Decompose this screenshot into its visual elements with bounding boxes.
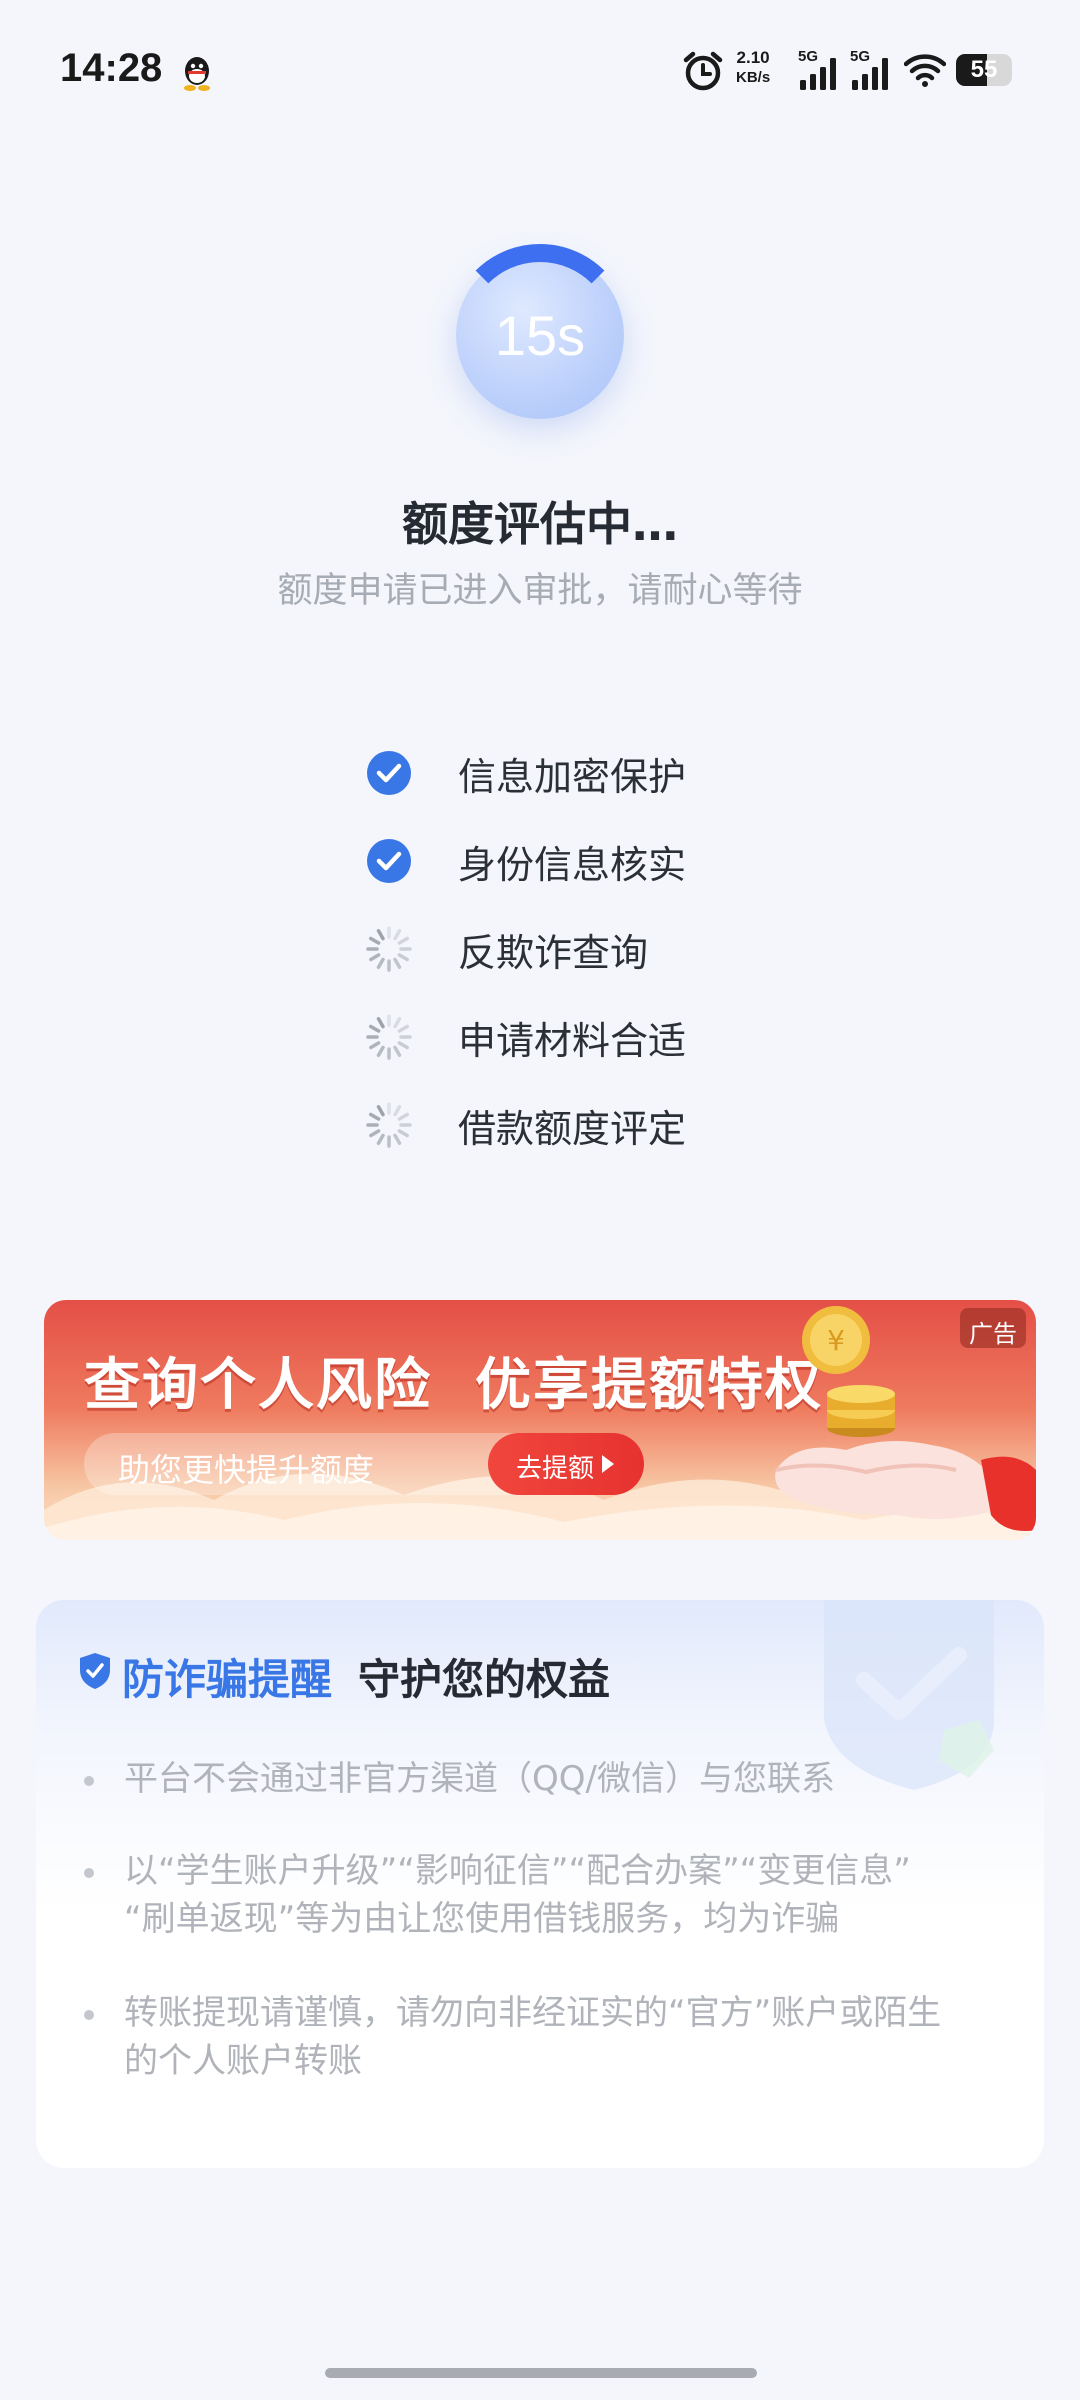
check-circle-icon bbox=[367, 839, 411, 883]
ad-headline: 查询个人风险 优享提额特权 bbox=[84, 1353, 823, 1418]
fraud-tip-text: 以“学生账户升级”“影响征信”“配合办案”“变更信息” bbox=[124, 1851, 911, 1891]
status-time: 14:28 bbox=[60, 46, 163, 90]
step-item: 身份信息核实 bbox=[366, 828, 826, 916]
page-subtitle: 额度申请已进入审批，请耐心等待 bbox=[277, 571, 803, 611]
ad-subtext: 助您更快提升额度 bbox=[118, 1451, 375, 1489]
fraud-tip-text: “刷单返现”等为由让您使用借钱服务，均为诈骗 bbox=[124, 1899, 840, 1939]
play-arrow-icon bbox=[602, 1455, 614, 1473]
step-item: 借款额度评定 bbox=[366, 1092, 826, 1180]
home-indicator[interactable] bbox=[325, 2368, 757, 2378]
net-speed-value: 2.10 bbox=[736, 48, 770, 67]
bullet-dot bbox=[84, 2010, 94, 2020]
fraud-tip-text: 的个人账户转账 bbox=[124, 2041, 362, 2081]
check-circle-icon bbox=[367, 751, 411, 795]
step-item: 信息加密保护 bbox=[366, 740, 826, 828]
loading-spinner-icon bbox=[366, 926, 412, 972]
page-title: 额度评估中… bbox=[402, 497, 678, 551]
svg-text:¥: ¥ bbox=[827, 1324, 845, 1357]
signal-icon-sim2: 5G bbox=[850, 48, 896, 92]
shield-check-icon bbox=[80, 1653, 110, 1689]
signal-icon-sim1: 5G bbox=[798, 48, 844, 92]
ad-tag: 广告 bbox=[960, 1308, 1026, 1348]
net-speed-unit: KB/s bbox=[736, 69, 771, 86]
countdown-timer: 15s bbox=[450, 243, 630, 425]
evaluation-steps: 信息加密保护 身份信息核实 反欺诈查询申请材料合适 借款额度评定 bbox=[366, 740, 826, 1180]
timer-text: 15s bbox=[494, 304, 586, 367]
alarm-icon bbox=[683, 51, 723, 91]
raise-limit-button[interactable]: 去提额 bbox=[488, 1433, 644, 1495]
fraud-tip-text: 转账提现请谨慎，请勿向非经证实的“官方”账户或陌生 bbox=[124, 1993, 942, 2033]
fraud-title-highlight: 防诈骗提醒 bbox=[122, 1655, 333, 1704]
battery-level: 55 bbox=[970, 56, 998, 83]
loading-spinner-icon bbox=[366, 1102, 412, 1148]
loading-spinner-icon bbox=[366, 1014, 412, 1060]
battery-icon: 55 bbox=[956, 54, 1012, 86]
wifi-icon bbox=[904, 54, 946, 87]
anti-fraud-card: 防诈骗提醒 守护您的权益 平台不会通过非官方渠道（QQ/微信）与您联系 以“学生… bbox=[36, 1600, 1044, 2168]
bullet-dot bbox=[84, 1776, 94, 1786]
step-label: 反欺诈查询 bbox=[458, 931, 649, 975]
step-item: 反欺诈查询 bbox=[366, 916, 826, 1004]
net-speed: 2.10 KB/s bbox=[736, 48, 770, 88]
raise-limit-label: 去提额 bbox=[516, 1454, 595, 1484]
bullet-dot bbox=[84, 1868, 94, 1878]
fraud-title-rest: 守护您的权益 bbox=[358, 1655, 611, 1704]
ad-subtext-pill: 助您更快提升额度 去提额 bbox=[84, 1433, 644, 1495]
status-icons: 2.10 KB/s 5G 5G 55 bbox=[682, 46, 1022, 96]
ad-banner[interactable]: 查询个人风险 优享提额特权 助您更快提升额度 去提额 ¥ 广告 bbox=[44, 1300, 1036, 1540]
fraud-tip-text: 平台不会通过非官方渠道（QQ/微信）与您联系 bbox=[124, 1759, 835, 1799]
qq-icon bbox=[184, 57, 210, 91]
step-label: 身份信息核实 bbox=[458, 843, 687, 887]
ad-tag-label: 广告 bbox=[969, 1320, 1017, 1348]
step-label: 借款额度评定 bbox=[458, 1107, 687, 1151]
step-label: 信息加密保护 bbox=[458, 755, 687, 799]
step-label: 申请材料合适 bbox=[458, 1019, 687, 1063]
step-item: 申请材料合适 bbox=[366, 1004, 826, 1092]
